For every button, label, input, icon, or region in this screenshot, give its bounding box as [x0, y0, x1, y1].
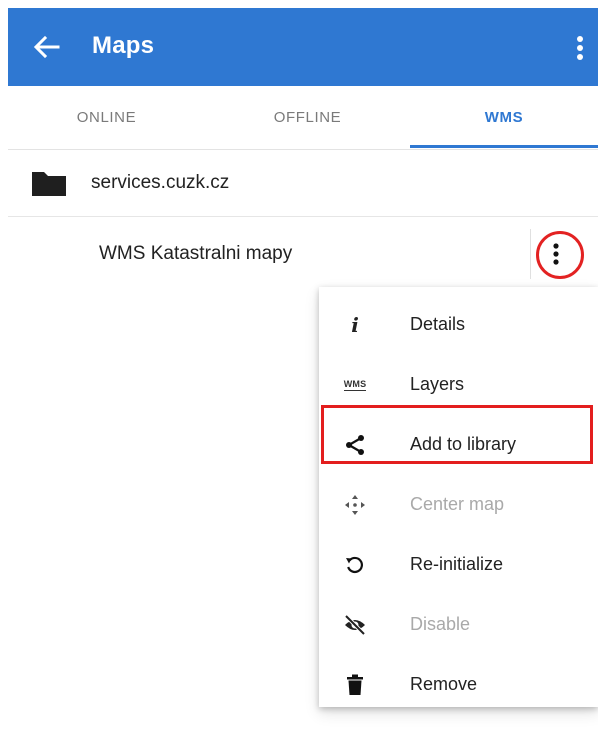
center-map-icon: [341, 493, 369, 517]
info-icon: i: [341, 313, 369, 337]
tab-online[interactable]: ONLINE: [8, 86, 205, 149]
tab-wms[interactable]: WMS: [410, 86, 598, 149]
menu-item-details[interactable]: i Details: [319, 295, 598, 355]
info-icon-glyph: i: [351, 313, 359, 337]
menu-item-center-map[interactable]: Center map: [319, 475, 598, 535]
arrow-left-icon: [33, 35, 60, 59]
trash-icon: [341, 673, 369, 697]
app-bar: Maps: [8, 8, 598, 86]
annotation-highlight-box: [321, 405, 593, 464]
menu-item-label: Re-initialize: [410, 554, 504, 574]
back-button[interactable]: [32, 35, 60, 59]
tab-bar: ONLINE OFFLINE WMS: [8, 86, 598, 150]
reload-icon: [341, 553, 369, 577]
menu-item-label: Center map: [410, 494, 505, 514]
maps-screen: Maps ONLINE OFFLINE WMS services.cuzk.cz…: [8, 8, 598, 751]
menu-item-label: Details: [410, 314, 466, 334]
folder-icon: [32, 172, 66, 196]
tab-offline[interactable]: OFFLINE: [209, 86, 406, 149]
folder-row[interactable]: services.cuzk.cz: [8, 150, 598, 217]
overflow-menu-button[interactable]: [570, 34, 590, 62]
annotation-circle: [536, 231, 584, 279]
list-item[interactable]: WMS Katastralni mapy: [8, 217, 598, 292]
more-vert-icon: [577, 36, 583, 60]
menu-item-reinitialize[interactable]: Re-initialize: [319, 535, 598, 595]
menu-item-remove[interactable]: Remove: [319, 655, 598, 715]
row-divider: [530, 229, 531, 279]
menu-item-label: Disable: [410, 614, 471, 634]
app-title: Maps: [92, 32, 155, 59]
wms-layers-icon: WMS: [341, 373, 369, 397]
wms-layers-icon-glyph: WMS: [343, 379, 367, 391]
active-tab-indicator: [410, 145, 598, 148]
context-menu: i Details WMS Layers Add to library Cent…: [319, 287, 598, 707]
menu-item-disable[interactable]: Disable: [319, 595, 598, 655]
eye-off-icon: [341, 613, 369, 637]
menu-item-label: Layers: [410, 374, 465, 394]
item-label: WMS Katastralni mapy: [99, 243, 293, 264]
menu-item-label: Remove: [410, 674, 478, 694]
folder-label: services.cuzk.cz: [91, 172, 230, 193]
